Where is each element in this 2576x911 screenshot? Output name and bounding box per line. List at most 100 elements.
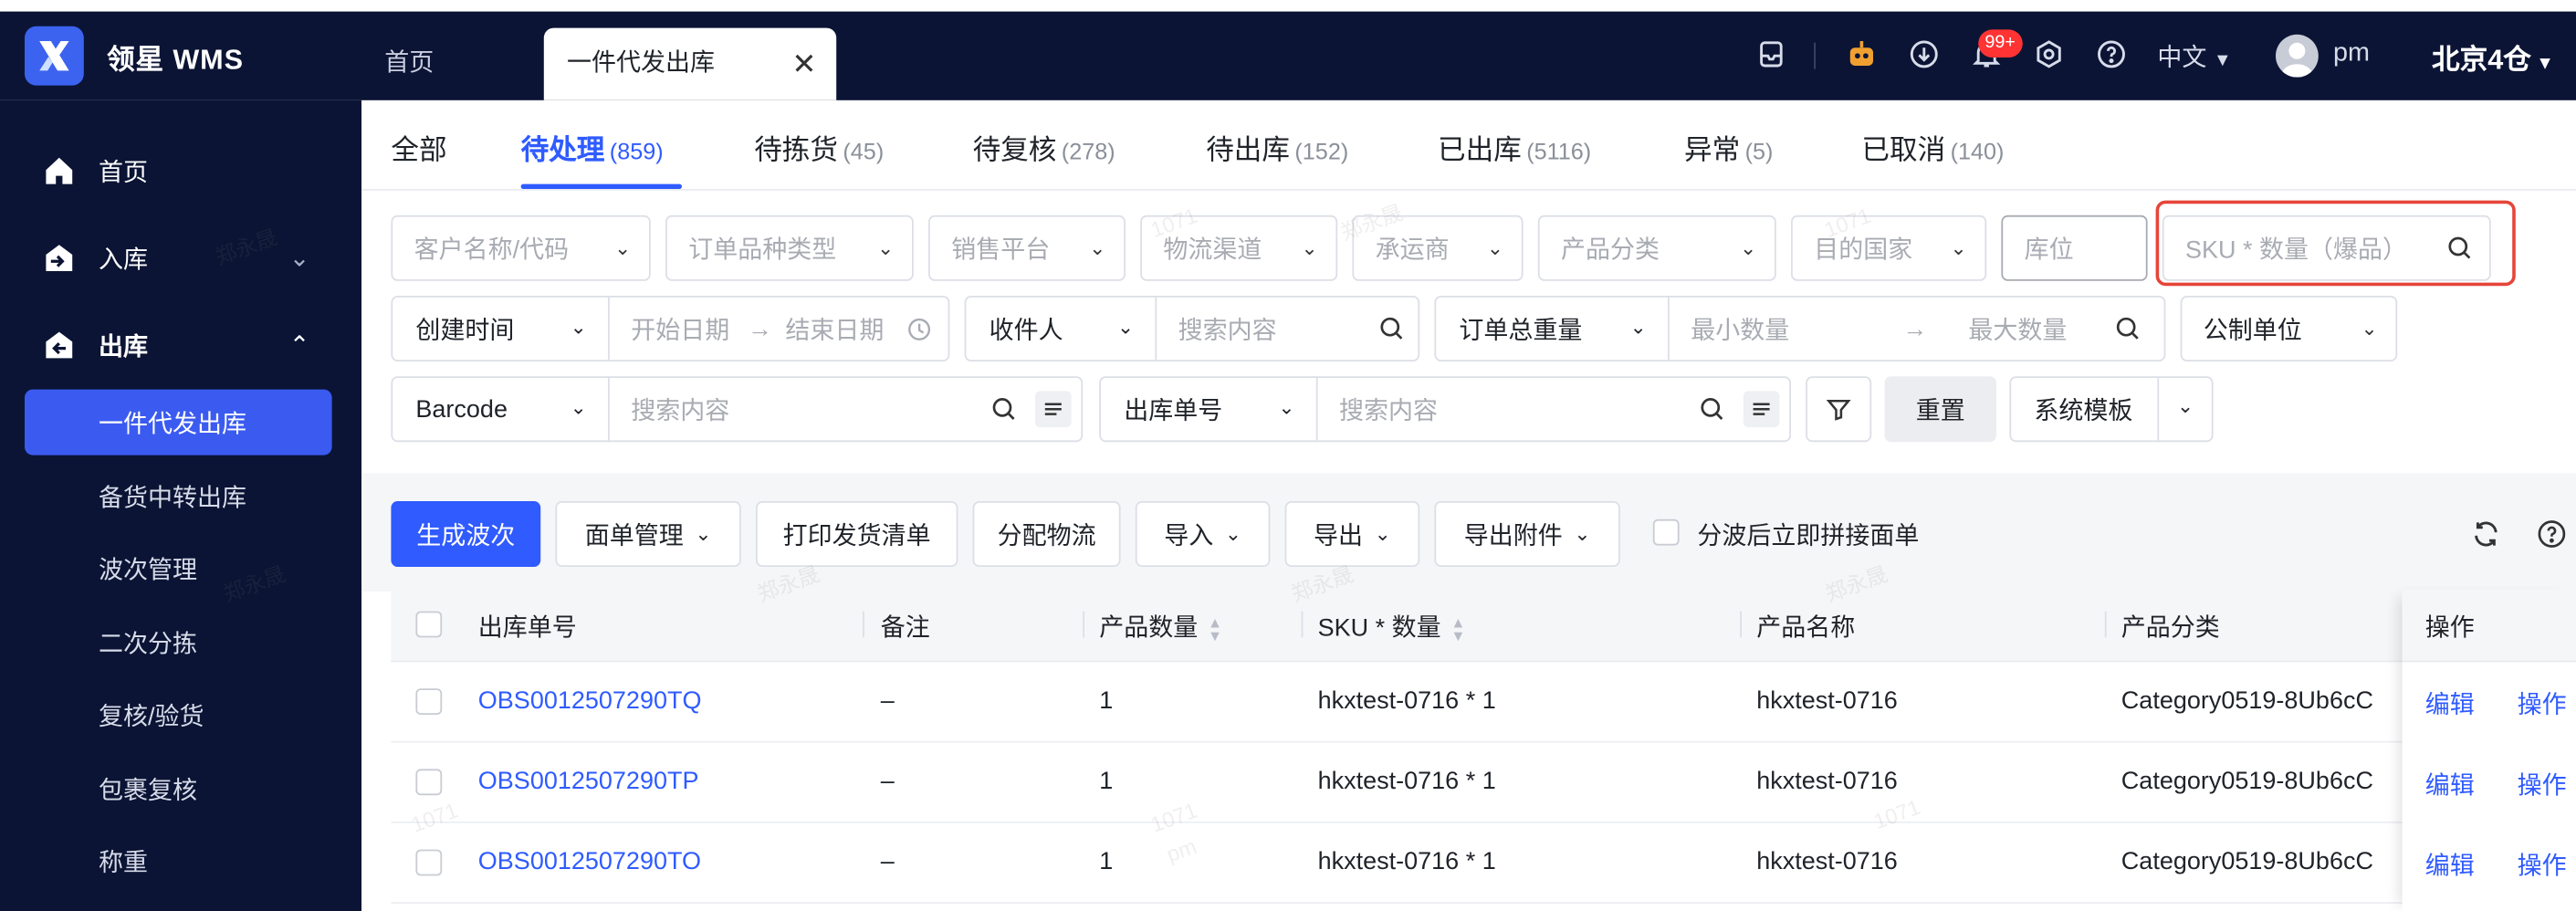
export-button[interactable]: 导出 ⌄ <box>1284 501 1420 567</box>
tab-pending[interactable]: 待处理 (859) <box>521 127 664 168</box>
app-logo[interactable] <box>25 26 84 86</box>
tab-to-ship[interactable]: 待出库 (152) <box>1206 127 1348 168</box>
operation-link[interactable]: 操作 <box>2518 848 2567 883</box>
print-list-button[interactable]: 打印发货清单 <box>756 501 958 567</box>
close-icon[interactable]: ✕ <box>791 28 816 100</box>
refresh-icon[interactable] <box>2471 519 2500 557</box>
product-name-cell: hkxtest-0716 <box>1756 847 1898 876</box>
chevron-down-icon: ⌄ <box>1486 236 1503 260</box>
input-placeholder: 库位 <box>2024 236 2074 264</box>
chevron-down-icon: ⌄ <box>1950 236 1967 260</box>
order-no-link[interactable]: OBS0012507290TP <box>478 768 699 796</box>
edit-link[interactable]: 编辑 <box>2425 848 2475 883</box>
row-checkbox[interactable] <box>415 849 443 876</box>
receiver-select[interactable]: 收件人 <box>990 298 1063 360</box>
chevron-down-icon: ⌄ <box>695 522 712 546</box>
search-icon[interactable] <box>1378 316 1405 351</box>
avatar[interactable] <box>2276 34 2319 78</box>
inbox-icon[interactable] <box>1754 37 1790 73</box>
column-header-qty[interactable]: 产品数量 ▲ ▼ <box>1099 610 1222 644</box>
language-switch[interactable]: 中文 ▼ <box>2157 39 2231 74</box>
tab-exception[interactable]: 异常 (5) <box>1684 127 1773 168</box>
operation-link[interactable]: 操作 <box>2518 686 2567 721</box>
order-type-select[interactable]: 订单品种类型 ⌄ <box>665 215 914 281</box>
row-checkbox[interactable] <box>415 688 443 715</box>
row-checkbox[interactable] <box>415 769 443 796</box>
platform-select[interactable]: 销售平台 ⌄ <box>928 215 1126 281</box>
tab-cancelled[interactable]: 已取消 (140) <box>1861 127 2004 168</box>
edit-link[interactable]: 编辑 <box>2425 768 2475 802</box>
channel-select[interactable]: 物流渠道 ⌄ <box>1140 215 1338 281</box>
caret-down-icon: ▼ <box>2213 50 2232 71</box>
merge-label-checkbox[interactable] <box>1652 518 1680 546</box>
download-icon[interactable] <box>1906 37 1942 73</box>
barcode-search-input[interactable]: 搜索内容 <box>631 378 729 440</box>
category-select[interactable]: 产品分类 ⌄ <box>1537 215 1776 281</box>
sidebar-subitem-dropship[interactable]: 一件代发出库 <box>25 389 332 456</box>
help-icon[interactable] <box>2093 37 2130 73</box>
sidebar-subitem-package-review[interactable]: 包裹复核 <box>25 756 332 822</box>
sidebar-subitem-weigh[interactable]: 称重 <box>25 828 332 894</box>
tab-shipped[interactable]: 已出库 (5116) <box>1438 127 1591 168</box>
template-select[interactable]: 系统模板 ⌄ <box>2009 376 2214 443</box>
tab-dropship-outbound[interactable]: 一件代发出库 ✕ <box>543 27 837 100</box>
sidebar-item-outbound[interactable]: 出库 ⌃ <box>0 312 361 378</box>
min-qty-input[interactable]: 最小数量 <box>1691 298 1789 360</box>
receiver-search-input[interactable]: 搜索内容 <box>1178 298 1277 360</box>
tab-to-review[interactable]: 待复核 (278) <box>973 127 1115 168</box>
column-header-sku[interactable]: SKU * 数量 ▲ ▼ <box>1318 610 1466 644</box>
create-wave-button[interactable]: 生成波次 <box>391 501 541 567</box>
search-icon[interactable] <box>990 396 1017 431</box>
tab-to-pick[interactable]: 待拣货 (45) <box>754 127 884 168</box>
order-no-link[interactable]: OBS0012507290TO <box>478 848 701 876</box>
search-icon[interactable] <box>1699 396 1725 431</box>
outbound-no-select[interactable]: 出库单号 <box>1124 378 1222 440</box>
sidebar-subitem-review[interactable]: 复核/验货 <box>25 682 332 748</box>
sidebar-subitem-sorting[interactable]: 二次分拣 <box>25 610 332 675</box>
carrier-select[interactable]: 承运商 ⌄ <box>1352 215 1524 281</box>
filter-clear-button[interactable] <box>1806 376 1872 443</box>
username[interactable]: pm <box>2333 39 2370 68</box>
weight-select[interactable]: 订单总重量 <box>1459 298 1582 360</box>
sidebar-subitem-transfer[interactable]: 备货中转出库 <box>25 464 332 529</box>
batch-input-icon[interactable] <box>1743 391 1780 427</box>
import-button[interactable]: 导入 ⌄ <box>1135 501 1271 567</box>
chevron-down-icon: ⌄ <box>1629 315 1647 339</box>
warehouse-switch[interactable]: 北京4仓 ▼ <box>2432 37 2554 78</box>
tab-home[interactable]: 首页 <box>361 28 542 100</box>
sidebar-item-inbound[interactable]: 入库 ⌄ <box>0 225 361 291</box>
order-no-link[interactable]: OBS0012507290TQ <box>478 686 702 715</box>
chevron-down-icon: ⌄ <box>570 315 587 339</box>
start-date-input[interactable]: 开始日期 <box>631 298 729 360</box>
location-input[interactable]: 库位 <box>2001 215 2148 281</box>
template-label: 系统模板 <box>2034 396 2133 425</box>
tab-all[interactable]: 全部 <box>391 127 446 168</box>
export-attachment-button[interactable]: 导出附件 ⌄ <box>1434 501 1620 567</box>
robot-icon[interactable] <box>1844 37 1880 73</box>
created-time-select[interactable]: 创建时间 <box>415 298 514 360</box>
outbound-search-input[interactable]: 搜索内容 <box>1339 378 1438 440</box>
select-all-checkbox[interactable] <box>415 611 443 638</box>
assign-logistics-button[interactable]: 分配物流 <box>972 501 1121 567</box>
help-icon[interactable] <box>2537 519 2566 557</box>
chevron-down-icon: ⌄ <box>1117 315 1135 339</box>
settings-icon[interactable] <box>2031 37 2068 73</box>
search-icon[interactable] <box>2115 316 2141 351</box>
input-placeholder: 最大数量 <box>1968 316 2068 345</box>
max-qty-input[interactable]: 最大数量 <box>1968 298 2067 360</box>
waybill-management-button[interactable]: 面单管理 ⌄ <box>555 501 741 567</box>
sidebar-item-home[interactable]: 首页 <box>0 138 361 204</box>
reset-button[interactable]: 重置 <box>1884 376 1996 443</box>
unit-select[interactable]: 公制单位 ⌄ <box>2180 296 2398 361</box>
country-select[interactable]: 目的国家 ⌄ <box>1791 215 1987 281</box>
edit-link[interactable]: 编辑 <box>2425 686 2475 721</box>
sidebar-subitem-label: 包裹复核 <box>99 776 198 805</box>
batch-input-icon[interactable] <box>1035 391 1072 427</box>
sidebar-subitem-wave[interactable]: 波次管理 <box>25 536 332 602</box>
customer-select[interactable]: 客户名称/代码 ⌄ <box>391 215 651 281</box>
outbound-icon <box>41 327 78 363</box>
barcode-select[interactable]: Barcode <box>415 378 508 440</box>
operation-link[interactable]: 操作 <box>2518 768 2567 802</box>
end-date-input[interactable]: 结束日期 <box>785 298 884 360</box>
sidebar-subitem-label: 一件代发出库 <box>99 410 247 438</box>
